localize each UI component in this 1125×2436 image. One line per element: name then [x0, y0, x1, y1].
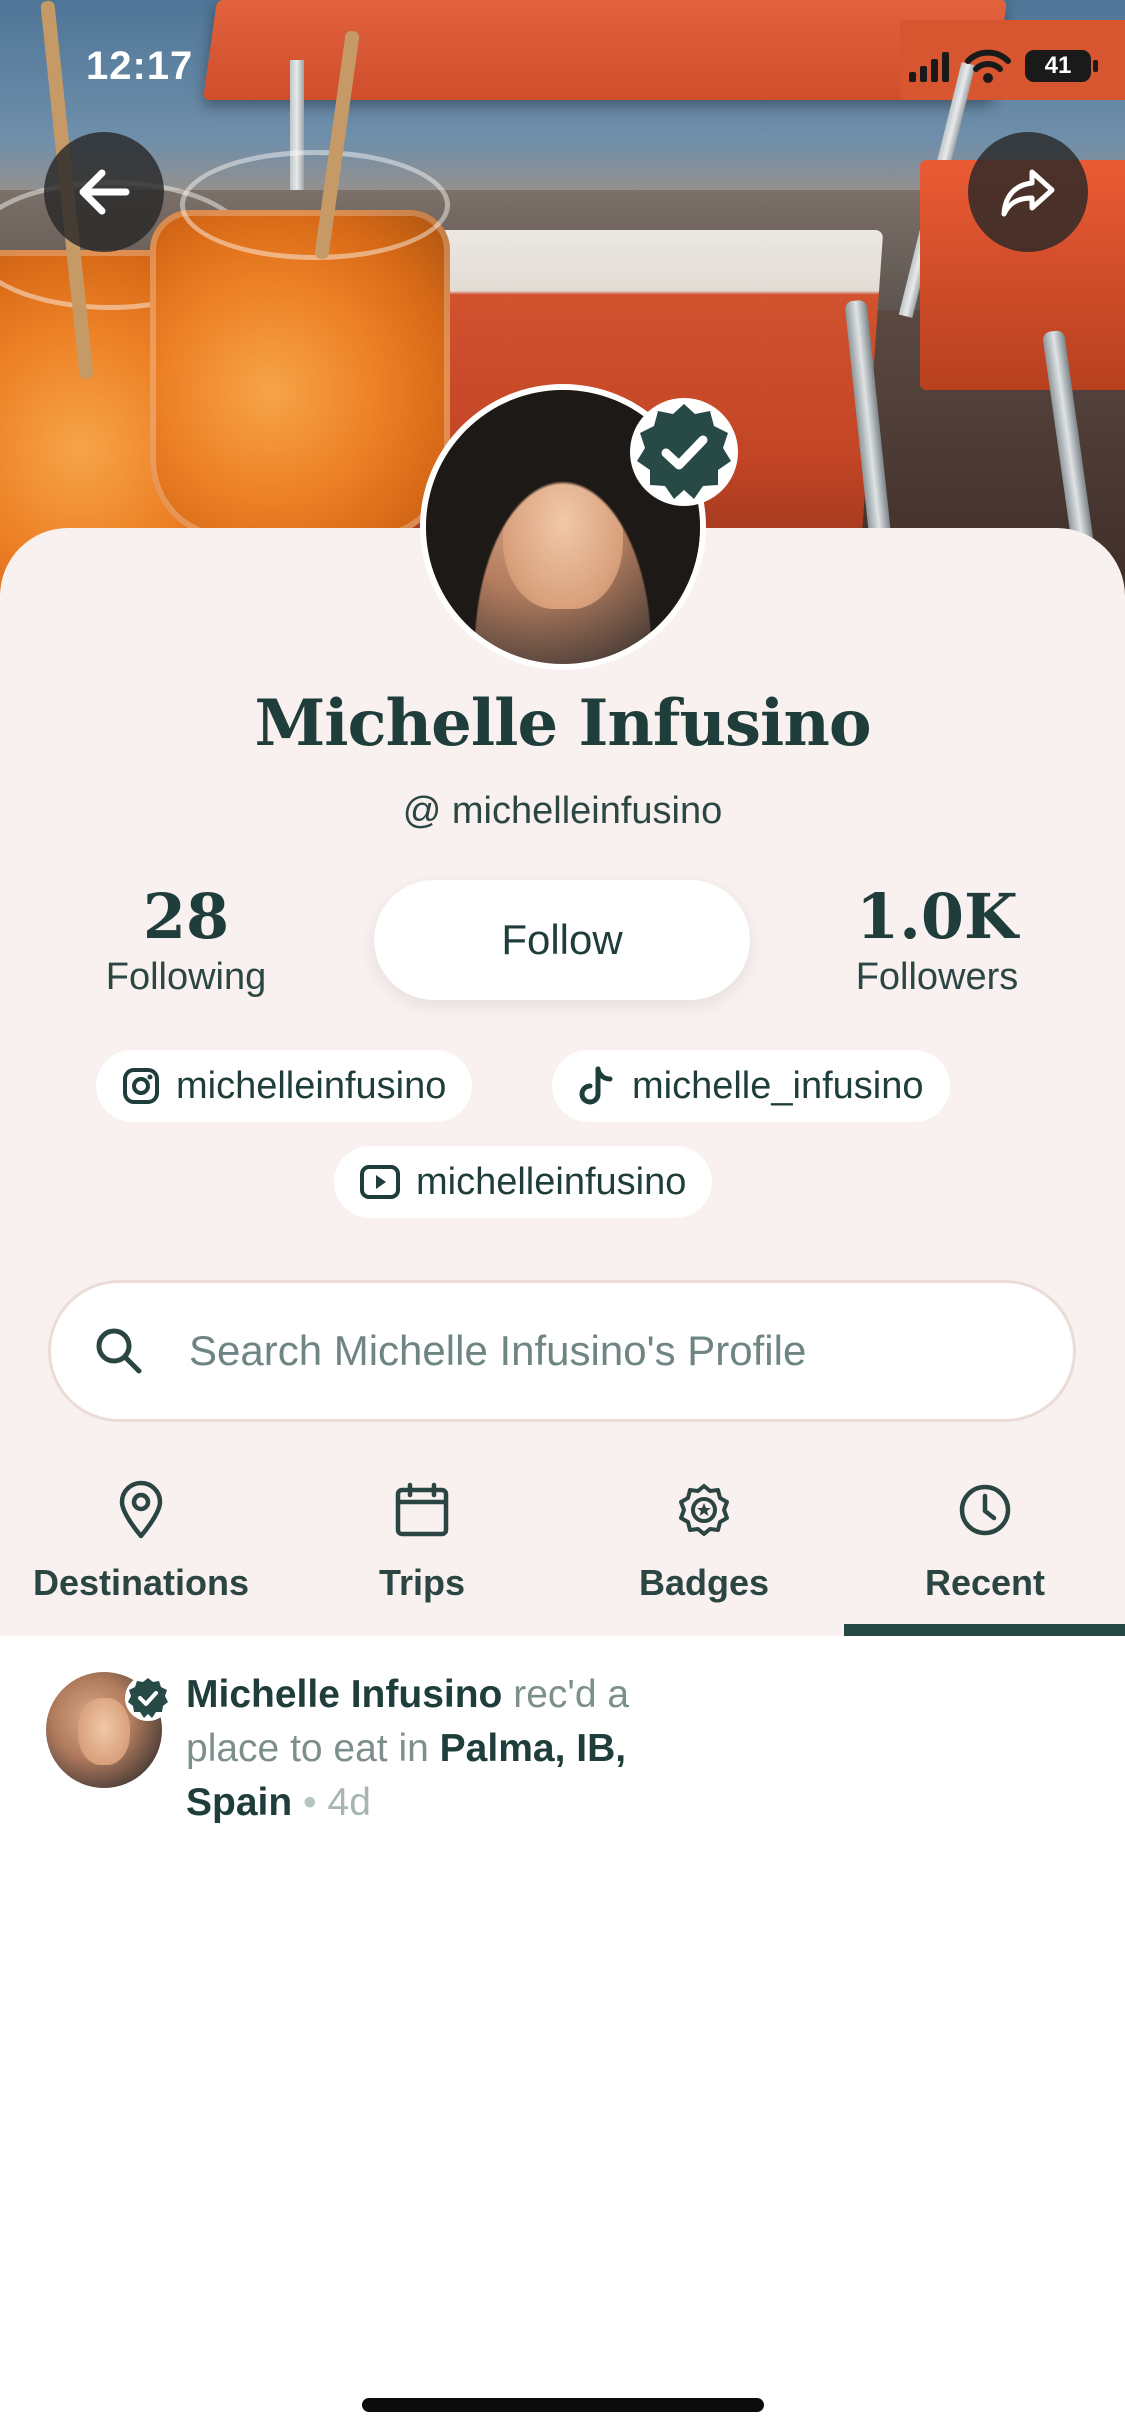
wifi-icon	[965, 49, 1011, 83]
verified-badge-small-icon	[125, 1675, 171, 1721]
followers-stat[interactable]: 1.0K Followers	[797, 880, 1077, 999]
status-time: 12:17	[86, 44, 194, 88]
following-label: Following	[105, 956, 267, 998]
feed-item-text[interactable]: Michelle Infusino rec'd a place to eat i…	[186, 1668, 726, 1830]
followers-label: Followers	[855, 956, 1019, 998]
tab-trips-label: Trips	[378, 1562, 466, 1603]
tab-recent-label: Recent	[924, 1562, 1046, 1603]
instagram-icon	[123, 1068, 159, 1104]
map-pin-icon	[119, 1480, 163, 1539]
feed-separator: •	[292, 1781, 328, 1824]
back-button[interactable]	[44, 132, 164, 252]
calendar-icon	[395, 1482, 449, 1537]
profile-handle: @ michelleinfusino	[402, 790, 723, 832]
signal-icon	[909, 52, 949, 82]
tiktok-handle: michelle_infusino	[632, 1064, 924, 1107]
youtube-icon	[360, 1165, 400, 1199]
search-placeholder: Search Michelle Infusino's Profile	[189, 1327, 807, 1374]
profile-search-input[interactable]: Search Michelle Infusino's Profile	[48, 1280, 1076, 1422]
clock-icon	[959, 1484, 1011, 1536]
feed-user[interactable]: Michelle Infusino	[186, 1673, 502, 1716]
share-button[interactable]	[968, 132, 1088, 252]
following-count: 28	[142, 880, 230, 953]
badge-icon	[679, 1484, 729, 1536]
arrow-left-icon	[79, 169, 130, 215]
search-icon	[96, 1328, 142, 1374]
home-indicator[interactable]	[362, 2398, 764, 2412]
verified-badge-icon	[630, 398, 738, 506]
followers-count: 1.0K	[856, 880, 1018, 953]
following-stat[interactable]: 28 Following	[46, 880, 326, 999]
tab-destinations-label: Destinations	[32, 1562, 250, 1603]
tiktok-link[interactable]: michelle_infusino	[552, 1050, 950, 1122]
instagram-link[interactable]: michelleinfusino	[96, 1050, 473, 1122]
instagram-handle: michelleinfusino	[176, 1064, 447, 1107]
battery-icon: 41	[1025, 50, 1098, 82]
share-arrow-icon	[1001, 169, 1055, 217]
feed-time-ago: 4d	[327, 1781, 371, 1824]
active-tab-indicator	[844, 1624, 1125, 1636]
tab-destinations[interactable]: Destinations	[0, 1478, 282, 1634]
follow-button[interactable]: Follow	[374, 880, 750, 1000]
profile-name: Michelle Infusino	[254, 686, 871, 761]
youtube-link[interactable]: michelleinfusino	[334, 1146, 713, 1218]
youtube-handle: michelleinfusino	[416, 1160, 687, 1203]
tab-recent[interactable]: Recent	[844, 1478, 1125, 1634]
status-icons: 41	[907, 48, 1098, 84]
profile-screen: 12:17 41 Michelle Infusino @ michelleinf…	[0, 0, 1125, 2436]
tab-badges-label: Badges	[638, 1562, 770, 1603]
tab-badges[interactable]: Badges	[563, 1478, 845, 1634]
tab-trips[interactable]: Trips	[281, 1478, 563, 1634]
tiktok-icon	[579, 1066, 613, 1105]
